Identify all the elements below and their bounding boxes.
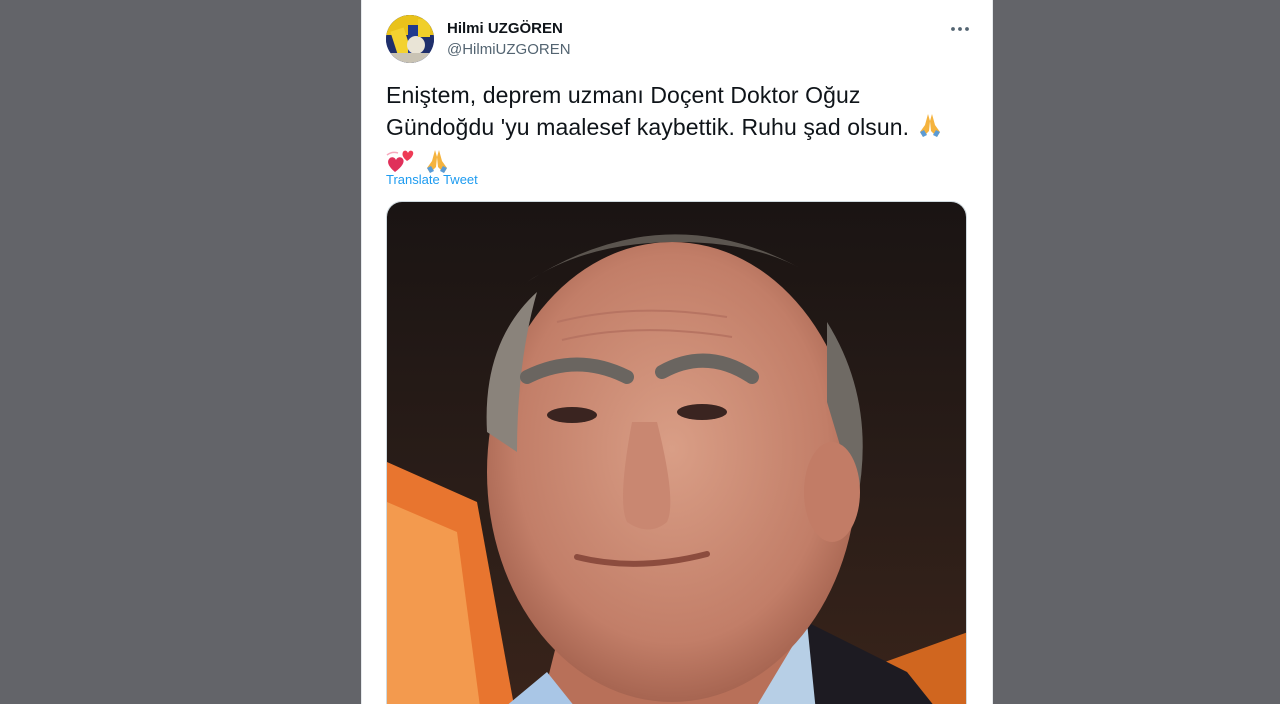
translate-tweet-link[interactable]: Translate Tweet xyxy=(386,172,478,187)
tweet-header: Hilmi UZGÖREN @HilmiUZGOREN xyxy=(386,15,976,67)
tweet-text-line1: Enişte‌m, deprem uzmanı Doçent Doktor Oğ… xyxy=(386,82,861,108)
avatar[interactable] xyxy=(386,15,434,63)
tweet-text-line2: Gündoğdu 'yu maalesef kaybettik. Ruhu şa… xyxy=(386,114,910,140)
author-names: Hilmi UZGÖREN @HilmiUZGOREN xyxy=(447,19,571,60)
more-horizontal-icon[interactable] xyxy=(948,17,972,41)
display-name[interactable]: Hilmi UZGÖREN xyxy=(447,19,571,39)
folded-hands-emoji-icon xyxy=(916,111,944,147)
tweet-card: Hilmi UZGÖREN @HilmiUZGOREN Enişte‌m, de… xyxy=(361,0,993,704)
user-handle[interactable]: @HilmiUZGOREN xyxy=(447,40,571,60)
tweet-text: Enişte‌m, deprem uzmanı Doçent Doktor Oğ… xyxy=(386,80,976,183)
tweet-photo[interactable] xyxy=(386,201,967,704)
